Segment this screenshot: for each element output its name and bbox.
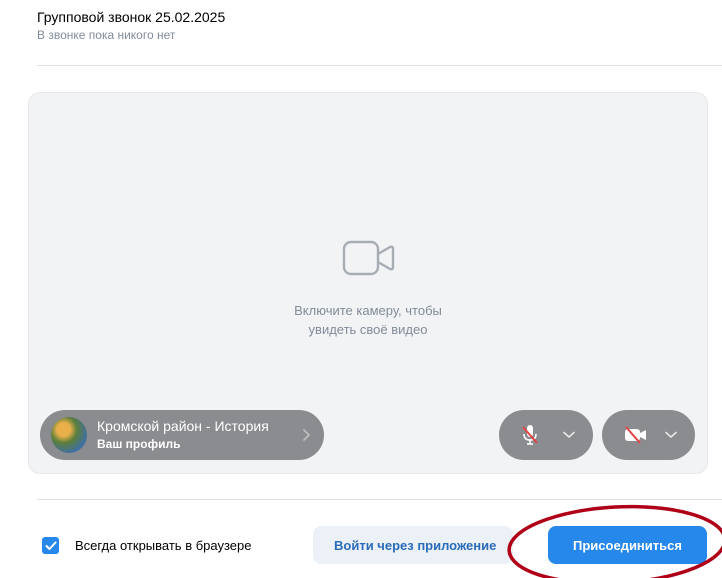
call-title: Групповой звонок 25.02.2025 (37, 9, 226, 25)
camera-toggle[interactable] (602, 410, 695, 460)
chevron-down-icon (665, 431, 677, 438)
always-browser-checkbox[interactable] (42, 537, 59, 554)
microphone-off-icon (522, 425, 538, 445)
profile-name: Кромской район - История (97, 418, 269, 434)
camera-hint-line2: увидеть своё видео (308, 322, 428, 337)
camera-off-icon (625, 426, 646, 444)
profile-subtitle: Ваш профиль (97, 437, 181, 451)
open-in-app-button[interactable]: Войти через приложение (313, 526, 513, 564)
join-call-button[interactable]: Присоединиться (548, 526, 707, 564)
chevron-down-icon (563, 431, 575, 438)
bottom-divider (37, 499, 722, 500)
chevron-right-icon (303, 429, 310, 441)
profile-selector[interactable]: Кромской район - История Ваш профиль (40, 410, 324, 460)
microphone-toggle[interactable] (499, 410, 593, 460)
video-preview: Включите камеру, чтобы увидеть своё виде… (28, 92, 708, 474)
avatar (51, 417, 87, 453)
video-camera-icon (342, 240, 395, 276)
top-divider (37, 65, 722, 66)
always-browser-label: Всегда открывать в браузере (75, 538, 252, 553)
camera-hint-line1: Включите камеру, чтобы (294, 303, 442, 318)
call-subtitle: В звонке пока никого нет (37, 28, 176, 42)
camera-hint: Включите камеру, чтобы увидеть своё виде… (29, 301, 707, 339)
call-header: Групповой звонок 25.02.2025 В звонке пок… (37, 8, 225, 43)
checkmark-icon (45, 541, 56, 550)
profile-text: Кромской район - История Ваш профиль (97, 418, 269, 452)
